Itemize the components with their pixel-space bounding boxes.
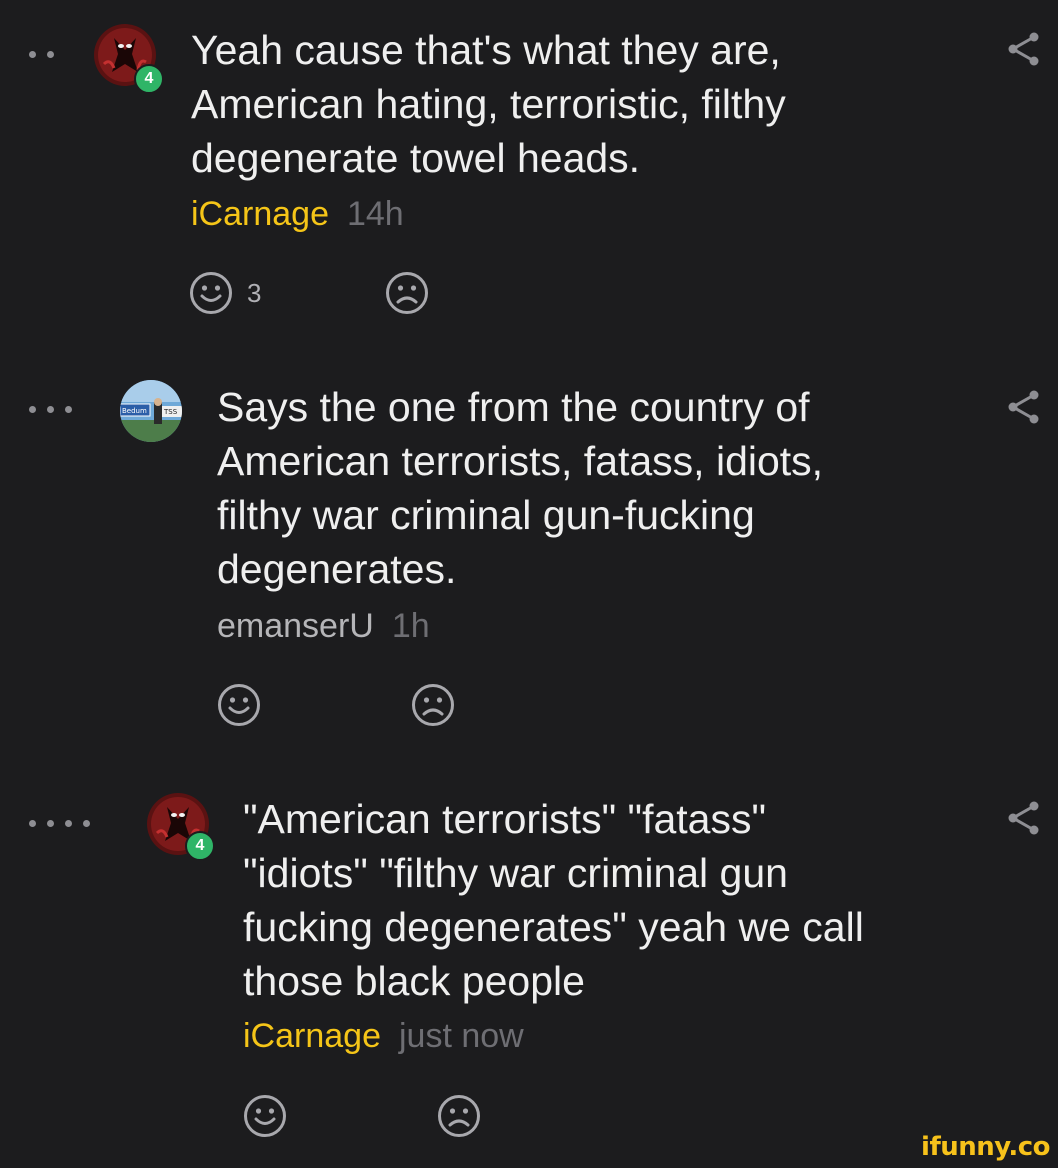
smile-icon xyxy=(190,272,232,314)
depth-dot xyxy=(29,51,36,58)
ifunny-watermark: ifunny.co xyxy=(921,1132,1050,1162)
comment-text: Says the one from the country of America… xyxy=(217,384,824,592)
smile-icon xyxy=(244,1095,286,1137)
comment-meta: iCarnage just now xyxy=(243,1016,524,1056)
thread-depth-indicator xyxy=(29,51,54,58)
avatar-image: Bedum TSS xyxy=(120,380,182,442)
unsmile-reaction-button[interactable] xyxy=(437,1094,481,1138)
smile-icon xyxy=(218,684,260,726)
username-link[interactable]: iCarnage xyxy=(243,1017,381,1055)
share-icon[interactable] xyxy=(1006,31,1040,67)
comment-meta: emanserU 1h xyxy=(217,606,430,646)
depth-dot xyxy=(29,406,36,413)
frown-icon xyxy=(386,272,428,314)
share-icon[interactable] xyxy=(1006,800,1040,836)
avatar[interactable]: Bedum TSS xyxy=(120,380,182,442)
level-badge: 4 xyxy=(185,831,215,861)
unsmile-reaction-button[interactable] xyxy=(411,683,455,727)
smile-reaction-button[interactable]: 3 xyxy=(189,271,261,315)
depth-dot xyxy=(65,820,72,827)
avatar-sign-left: Bedum xyxy=(122,407,147,415)
frown-icon xyxy=(412,684,454,726)
timestamp: 1h xyxy=(391,607,430,645)
comment-text: Yeah cause that's what they are, America… xyxy=(191,27,786,181)
comment-meta: iCarnage 14h xyxy=(191,194,404,234)
smile-reaction-button[interactable] xyxy=(243,1094,287,1138)
unsmile-reaction-button[interactable] xyxy=(385,271,429,315)
username-link[interactable]: iCarnage xyxy=(191,195,329,233)
depth-dot xyxy=(65,406,72,413)
depth-dot xyxy=(29,820,36,827)
share-icon[interactable] xyxy=(1006,389,1040,425)
timestamp: just now xyxy=(398,1017,524,1055)
frown-icon xyxy=(438,1095,480,1137)
smile-count: 3 xyxy=(247,277,262,308)
smile-reaction-button[interactable] xyxy=(217,683,261,727)
depth-dot xyxy=(47,51,54,58)
depth-dot xyxy=(83,820,90,827)
depth-dot xyxy=(47,820,54,827)
level-badge: 4 xyxy=(134,64,164,94)
thread-depth-indicator xyxy=(29,820,90,827)
comment-text: "American terrorists" "fatass" "idiots" … xyxy=(243,796,864,1004)
avatar[interactable]: 4 xyxy=(147,793,215,861)
avatar-sign-right: TSS xyxy=(163,408,178,416)
depth-dot xyxy=(47,406,54,413)
thread-depth-indicator xyxy=(29,406,72,413)
username-link[interactable]: emanserU xyxy=(217,607,374,645)
timestamp: 14h xyxy=(346,195,404,233)
avatar[interactable]: 4 xyxy=(94,24,164,94)
